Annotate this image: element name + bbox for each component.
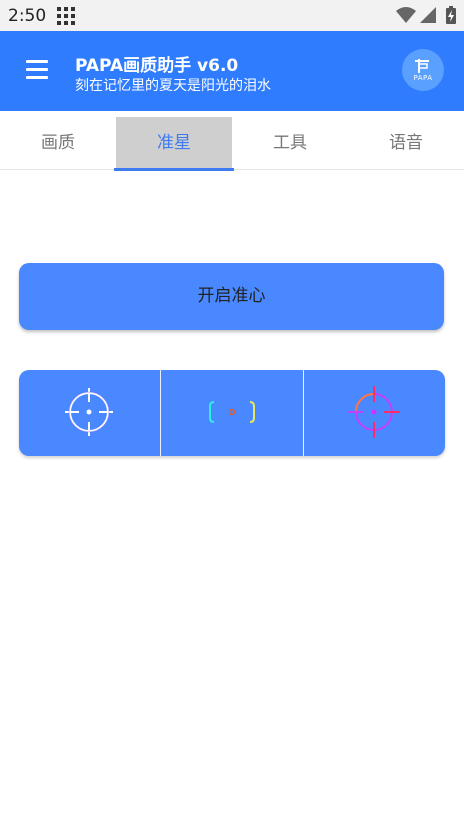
tab-crosshair[interactable]: 准星 [114,117,234,171]
tab-quality[interactable]: 画质 [0,111,116,169]
flag-icon [415,59,429,73]
battery-icon [446,6,456,24]
bracket-dot-icon [209,401,255,423]
app-subtitle: 刻在记忆里的夏天是阳光的泪水 [75,78,271,94]
white-crosshair-icon [65,388,113,436]
tab-voice[interactable]: 语音 [348,111,464,169]
tab-label: 语音 [389,133,423,153]
app-title: PAPA画质助手 v6.0 [75,56,239,76]
crosshair-style-selector [19,370,445,456]
signal-icon [420,7,436,23]
status-bar: 2:50 [0,0,464,31]
tab-bar: 画质 准星 工具 语音 [0,111,464,171]
enable-crosshair-button[interactable]: 开启准心 [19,263,444,330]
menu-icon[interactable] [26,60,48,80]
app-bar: PAPA画质助手 v6.0 刻在记忆里的夏天是阳光的泪水 PAPA [0,31,464,111]
crosshair-style-option-3[interactable] [304,370,445,456]
tab-tools[interactable]: 工具 [232,111,348,169]
tab-label: 工具 [273,133,307,153]
tab-label: 准星 [157,133,191,153]
crosshair-style-option-1[interactable] [19,370,160,456]
tab-indicator [114,168,234,171]
grid-icon [57,7,75,25]
tab-label: 画质 [41,133,75,153]
avatar[interactable]: PAPA [402,49,444,91]
wifi-icon [396,7,416,23]
gradient-crosshair-icon [348,386,400,438]
status-time: 2:50 [8,6,47,26]
crosshair-style-option-2[interactable] [161,370,303,456]
avatar-text: PAPA [413,74,433,82]
